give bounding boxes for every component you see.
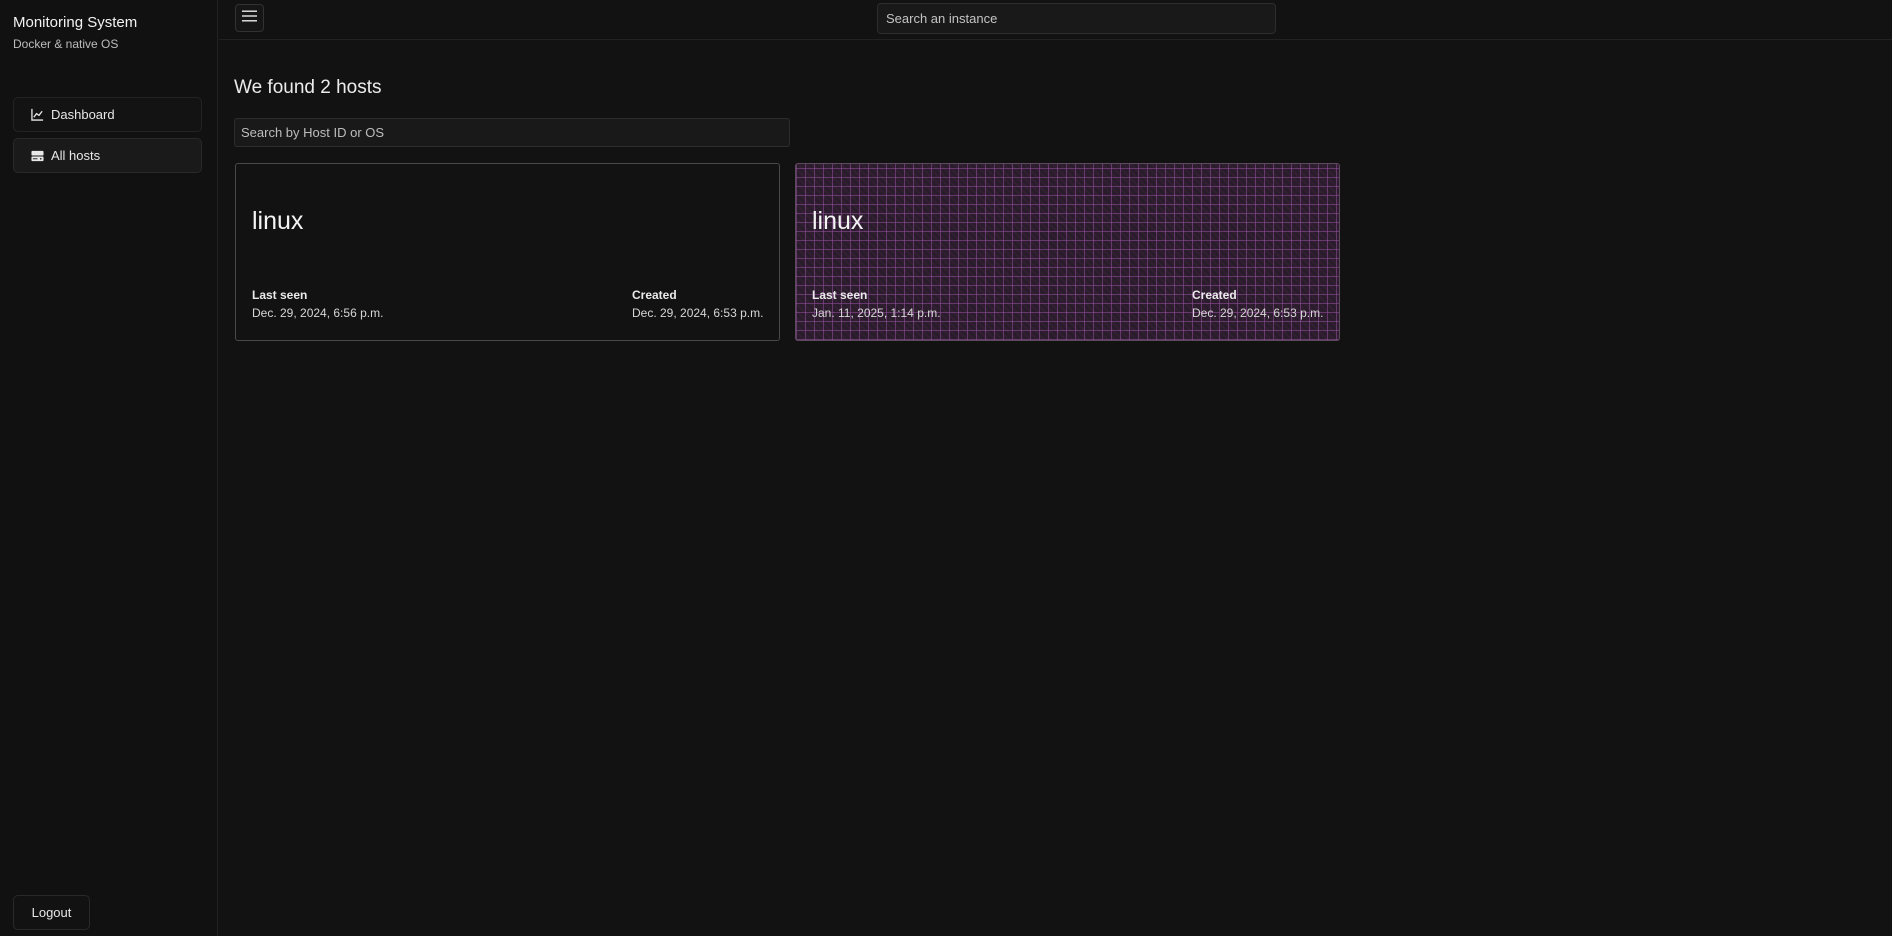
created-value: Dec. 29, 2024, 6:53 p.m. <box>632 306 764 320</box>
last-seen-label: Last seen <box>812 288 868 302</box>
sidebar-item-dashboard[interactable]: Dashboard <box>13 97 202 132</box>
created: Created Dec. 29, 2024, 6:53 p.m. <box>632 288 763 320</box>
app-title: Monitoring System <box>13 14 138 31</box>
logout-button[interactable]: Logout <box>13 895 90 930</box>
hamburger-menu-icon <box>242 9 257 27</box>
sidebar-item-all-hosts[interactable]: All hosts <box>13 138 202 173</box>
top-bar <box>219 0 1892 40</box>
page-title: We found 2 hosts <box>234 77 382 98</box>
host-card[interactable]: linux Last seen Dec. 29, 2024, 6:56 p.m.… <box>235 163 780 341</box>
menu-toggle-button[interactable] <box>235 4 264 32</box>
sidebar: Monitoring System Docker & native OS Das… <box>0 0 218 936</box>
host-os: linux <box>812 207 864 235</box>
created-value: Dec. 29, 2024, 6:53 p.m. <box>1192 306 1324 320</box>
created-label: Created <box>1192 288 1237 302</box>
server-icon <box>30 149 44 163</box>
host-search-input[interactable] <box>234 118 790 147</box>
last-seen-value: Dec. 29, 2024, 6:56 p.m. <box>252 306 384 320</box>
created: Created Dec. 29, 2024, 6:53 p.m. <box>1192 288 1323 320</box>
instance-search-input[interactable] <box>877 3 1276 34</box>
last-seen-label: Last seen <box>252 288 308 302</box>
chart-line-icon <box>30 108 44 122</box>
created-label: Created <box>632 288 677 302</box>
last-seen-value: Jan. 11, 2025, 1:14 p.m. <box>812 306 941 320</box>
host-os: linux <box>252 207 304 235</box>
sidebar-item-label: Dashboard <box>51 107 115 122</box>
sidebar-item-label: All hosts <box>51 148 101 163</box>
app-subtitle: Docker & native OS <box>13 37 119 51</box>
last-seen: Last seen Jan. 11, 2025, 1:14 p.m. <box>812 288 941 320</box>
host-card-highlighted[interactable]: linux Last seen Jan. 11, 2025, 1:14 p.m.… <box>795 163 1340 341</box>
last-seen: Last seen Dec. 29, 2024, 6:56 p.m. <box>252 288 383 320</box>
